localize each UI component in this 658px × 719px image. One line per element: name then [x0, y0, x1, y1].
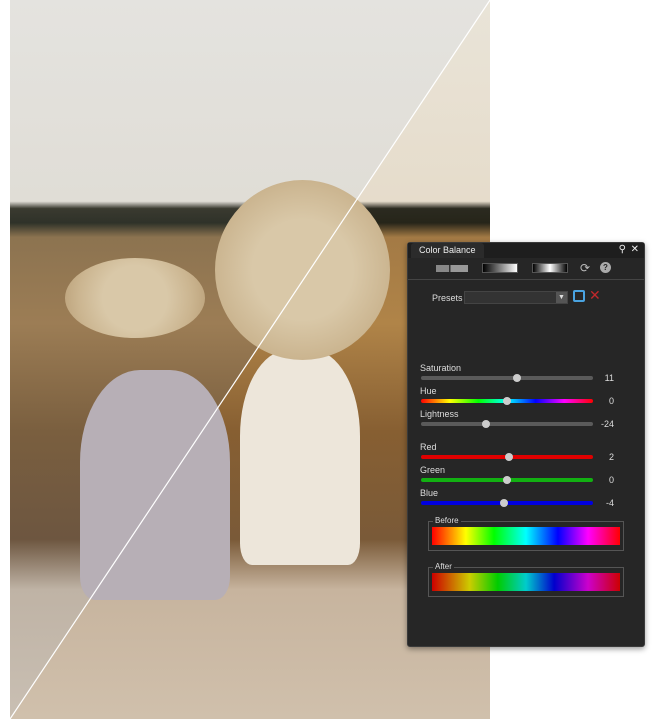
green-slider[interactable] — [421, 476, 593, 484]
red-slider[interactable] — [421, 453, 593, 461]
hue-slider-thumb[interactable] — [503, 397, 511, 405]
saturation-label: Saturation — [420, 363, 462, 373]
blue-slider-thumb[interactable] — [499, 499, 508, 507]
presets-label: Presets — [432, 293, 463, 303]
blue-slider[interactable] — [421, 499, 593, 507]
toolbar: ⟳ ? — [408, 258, 644, 280]
help-icon[interactable]: ? — [600, 262, 611, 273]
lightness-value: -24 — [600, 419, 614, 429]
red-value: 2 — [608, 452, 614, 462]
before-label: Before — [433, 516, 461, 525]
lightness-slider[interactable] — [421, 420, 593, 428]
green-label: Green — [420, 465, 446, 475]
radial-gradient-icon[interactable] — [532, 263, 568, 273]
presets-dropdown[interactable]: ▼ — [464, 291, 568, 304]
tab-color-balance[interactable]: Color Balance — [411, 243, 484, 258]
blue-label: Blue — [420, 488, 439, 498]
after-spectrum — [432, 573, 620, 591]
delete-icon[interactable]: ✕ — [589, 287, 601, 304]
close-icon[interactable]: ✕ — [631, 244, 639, 255]
after-label: After — [433, 562, 454, 571]
blue-value: -4 — [605, 498, 614, 508]
after-preview: After — [428, 562, 624, 597]
hue-value: 0 — [608, 396, 614, 406]
red-slider-thumb[interactable] — [504, 453, 513, 461]
saturation-slider-thumb[interactable] — [513, 374, 522, 382]
lightness-slider-thumb[interactable] — [482, 420, 491, 428]
linear-gradient-icon[interactable] — [482, 263, 518, 273]
lightness-label: Lightness — [420, 409, 459, 419]
before-preview: Before — [428, 516, 624, 551]
refresh-icon[interactable]: ⟳ — [580, 261, 590, 275]
saturation-value: 11 — [604, 373, 614, 383]
brush-icon[interactable] — [436, 265, 468, 272]
color-balance-panel: Color Balance ⚲ ✕ ⟳ ? Presets ▼ ✕ Satura… — [407, 242, 645, 647]
panel-titlebar: Color Balance ⚲ ✕ — [408, 243, 644, 258]
before-spectrum — [432, 527, 620, 545]
red-label: Red — [420, 442, 437, 452]
hue-slider[interactable] — [421, 397, 593, 405]
save-icon[interactable] — [573, 290, 585, 302]
green-slider-thumb[interactable] — [503, 476, 511, 484]
pin-icon[interactable]: ⚲ — [619, 244, 626, 255]
chevron-down-icon[interactable]: ▼ — [556, 292, 567, 303]
saturation-slider[interactable] — [421, 374, 593, 382]
hue-label: Hue — [420, 386, 437, 396]
green-value: 0 — [608, 475, 614, 485]
